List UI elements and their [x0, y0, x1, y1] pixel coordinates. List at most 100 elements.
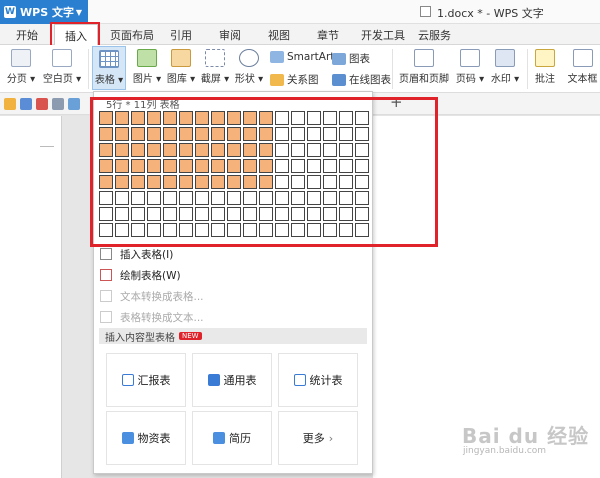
page-break-label: 分页: [6, 74, 27, 85]
baidu-watermark-url: jingyan.baidu.com: [463, 446, 547, 456]
table-to-text-label: 表格转换成文本...: [120, 311, 204, 324]
table-to-text-item[interactable]: 表格转换成文本...: [100, 307, 362, 327]
resume-icon: [213, 432, 225, 444]
shape-label: 形状: [234, 74, 255, 85]
insert-table-label: 插入表格(I): [120, 248, 174, 261]
chart-button[interactable]: 图表: [332, 51, 370, 66]
text-to-table-item[interactable]: 文本转换成表格...: [100, 286, 362, 306]
smartart-label: SmartArt: [287, 51, 335, 63]
tab-view[interactable]: 视图: [268, 27, 290, 43]
text-to-table-icon: [100, 290, 112, 302]
table-button[interactable]: 表格 ▾: [92, 46, 126, 90]
comment-icon: [535, 49, 555, 67]
save-icon[interactable]: [20, 98, 32, 110]
wps-app-menu-button[interactable]: W WPS 文字 ▼: [0, 0, 88, 24]
insert-table-icon: [100, 248, 112, 260]
margin-mark: [40, 146, 54, 147]
draw-table-icon: [100, 269, 112, 281]
draw-table-label: 绘制表格(W): [120, 269, 181, 282]
tab-developer[interactable]: 开发工具: [361, 27, 405, 43]
insert-table-item[interactable]: 插入表格(I): [100, 244, 362, 264]
stats-table-card[interactable]: 统计表: [278, 353, 358, 407]
report-label: 汇报表: [137, 374, 171, 387]
header-footer-icon: [414, 49, 434, 67]
smartart-button[interactable]: SmartArt: [270, 51, 334, 63]
insert-ribbon: 分页 ▾ 空白页 ▾ 表格 ▾ 图片 ▾ 图库 ▾ 截屏 ▾ 形状 ▾ Smar…: [0, 45, 600, 93]
resume-table-card[interactable]: 简历: [192, 411, 272, 465]
textbox-label: 文本框: [567, 74, 598, 85]
box-icon: [121, 432, 134, 444]
tab-cloud[interactable]: 云服务: [418, 27, 451, 43]
shape-icon: [239, 49, 259, 67]
report-icon: [121, 374, 134, 386]
blank-page-label: 空白页: [42, 74, 73, 85]
picture-icon: [137, 49, 157, 67]
screenshot-label: 截屏: [200, 74, 221, 85]
document-icon: [420, 6, 431, 17]
page-number-button[interactable]: 页码 ▾: [455, 49, 485, 85]
line-chart-icon: [293, 374, 306, 386]
table-icon: [99, 50, 119, 68]
page-number-label: 页码: [455, 74, 476, 85]
table-to-text-icon: [100, 311, 112, 323]
draw-table-item[interactable]: 绘制表格(W): [100, 265, 362, 285]
picture-label: 图片: [132, 74, 153, 85]
print-icon[interactable]: [52, 98, 64, 110]
table-label: 表格: [94, 75, 115, 86]
comment-label: 批注: [535, 74, 555, 85]
chart-label: 图表: [349, 53, 370, 65]
tab-home[interactable]: 开始: [16, 27, 38, 43]
chevron-right-icon: ›: [328, 431, 334, 445]
undo-icon[interactable]: [68, 98, 80, 110]
screenshot-icon: [205, 49, 225, 67]
materials-table-card[interactable]: 物资表: [106, 411, 186, 465]
watermark-label: 水印: [490, 74, 511, 85]
tab-review[interactable]: 审阅: [219, 27, 241, 43]
header-footer-label: 页眉和页脚: [399, 74, 449, 85]
watermark-button[interactable]: 水印 ▾: [490, 49, 520, 85]
report-table-card[interactable]: 汇报表: [106, 353, 186, 407]
page-break-icon: [11, 49, 31, 67]
online-chart-button[interactable]: 在线图表: [332, 72, 391, 87]
watermark-icon: [495, 49, 515, 67]
chevron-down-icon: ▼: [75, 7, 82, 17]
chart-icon: [332, 52, 346, 65]
header-footer-button[interactable]: 页眉和页脚: [398, 49, 450, 85]
general-table-card[interactable]: 通用表: [192, 353, 272, 407]
screenshot-button[interactable]: 截屏 ▾: [198, 49, 232, 85]
tab-section[interactable]: 章节: [317, 27, 339, 43]
relation-chart-label: 关系图: [287, 74, 319, 86]
baidu-watermark: Bai du 经验: [462, 424, 590, 448]
title-bar: W WPS 文字 ▼ 1.docx * - WPS 文字: [0, 0, 600, 24]
tab-page-layout[interactable]: 页面布局: [110, 27, 154, 43]
annotation-box-grid: [90, 97, 438, 247]
blank-page-button[interactable]: 空白页 ▾: [42, 49, 82, 85]
comment-button[interactable]: 批注: [532, 49, 558, 85]
open-icon[interactable]: [4, 98, 16, 110]
more-templates-card[interactable]: 更多 ›: [278, 411, 358, 465]
gallery-icon: [171, 49, 191, 67]
smartart-icon: [270, 51, 284, 63]
wps-logo-icon: W: [4, 6, 16, 18]
picture-button[interactable]: 图片 ▾: [130, 49, 164, 85]
pdf-icon[interactable]: [36, 98, 48, 110]
online-chart-label: 在线图表: [349, 74, 391, 86]
ribbon-divider: [88, 49, 89, 89]
new-badge: NEW: [179, 332, 202, 340]
gallery-label: 图库: [166, 74, 187, 85]
shape-button[interactable]: 形状 ▾: [232, 49, 266, 85]
online-chart-icon: [332, 73, 346, 86]
textbox-button[interactable]: 文本框: [565, 49, 600, 85]
relation-chart-button[interactable]: 关系图: [270, 72, 319, 87]
more-label: 更多: [302, 432, 325, 445]
app-name: WPS 文字: [20, 6, 74, 19]
section-title: 插入内容型表格: [105, 332, 175, 344]
page-number-icon: [460, 49, 480, 67]
document-page-left[interactable]: [0, 116, 62, 478]
tab-references[interactable]: 引用: [170, 27, 192, 43]
blank-page-icon: [52, 49, 72, 67]
page-break-button[interactable]: 分页 ▾: [4, 49, 38, 85]
gallery-button[interactable]: 图库 ▾: [164, 49, 198, 85]
resume-label: 简历: [229, 432, 251, 445]
relation-chart-icon: [270, 73, 284, 86]
